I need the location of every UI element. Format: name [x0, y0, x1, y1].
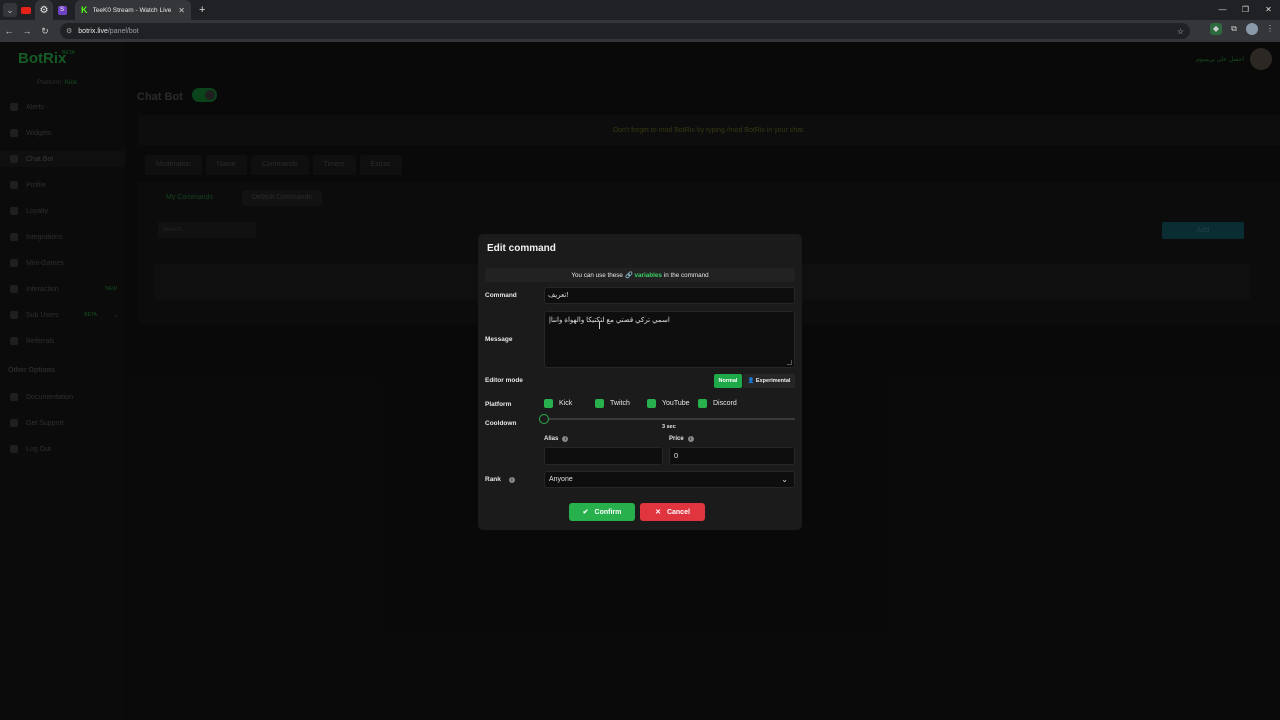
- tab-search-button[interactable]: ⌄: [3, 3, 17, 17]
- browser-toolbar: ← → ↻ ⚙ botrix.live/panel/bot ☆ ◆ ⧉ ⋮: [0, 20, 1280, 42]
- price-label: Price i: [669, 436, 694, 442]
- profile-avatar[interactable]: [1246, 23, 1258, 35]
- menu-kebab-icon[interactable]: ⋮: [1264, 23, 1276, 35]
- extension-icons: ◆ ⧉ ⋮: [1210, 23, 1276, 35]
- alias-label: Alias i: [544, 436, 569, 442]
- close-icon: ✕: [655, 509, 661, 516]
- bookmark-star-icon[interactable]: ☆: [1177, 27, 1184, 36]
- user-icon: 👤: [747, 378, 755, 384]
- kick-icon: K: [81, 5, 88, 15]
- back-button[interactable]: ←: [0, 26, 18, 36]
- confirm-button[interactable]: ✔ Confirm: [569, 503, 635, 521]
- info-icon[interactable]: i: [508, 476, 515, 483]
- checkbox-checked-icon: [647, 399, 656, 408]
- close-tab-icon[interactable]: ✕: [178, 6, 185, 15]
- window-controls: — ❐ ✕: [1211, 0, 1280, 20]
- s-app-icon: S: [57, 5, 67, 15]
- info-icon[interactable]: i: [562, 436, 569, 442]
- info-icon[interactable]: i: [687, 436, 694, 442]
- check-icon: ✔: [582, 509, 589, 516]
- pinned-tab-s[interactable]: S: [53, 0, 71, 20]
- platform-kick-checkbox[interactable]: Kick: [544, 399, 572, 408]
- forward-button[interactable]: →: [18, 26, 36, 36]
- close-window-button[interactable]: ✕: [1257, 0, 1280, 20]
- new-tab-button[interactable]: +: [199, 4, 205, 16]
- rank-label: Rank i: [485, 476, 515, 483]
- cooldown-slider-handle[interactable]: [539, 414, 549, 424]
- chevron-down-icon: ⌄: [781, 475, 788, 484]
- modal-title: Edit command: [487, 243, 556, 254]
- platform-label: Platform: [485, 401, 512, 408]
- rank-select[interactable]: Anyone ⌄: [544, 471, 795, 488]
- editor-mode-experimental-button[interactable]: 👤 Experimental: [743, 374, 795, 388]
- platform-twitch-checkbox[interactable]: Twitch: [595, 399, 630, 408]
- reload-button[interactable]: ↻: [36, 26, 54, 37]
- checkbox-checked-icon: [698, 399, 707, 408]
- command-label: Command: [485, 292, 517, 299]
- checkbox-checked-icon: [595, 399, 604, 408]
- tab-title: TeeK0 Stream - Watch Live on K: [92, 6, 174, 14]
- message-textarea[interactable]: اسمي تركي قصتي مع لتكتيكا والهواة واننا|: [544, 311, 795, 368]
- browser-tab-kick[interactable]: K TeeK0 Stream - Watch Live on K ✕: [75, 0, 191, 20]
- extension-puzzle-icon[interactable]: ⧉: [1228, 23, 1240, 35]
- price-input[interactable]: 0: [669, 447, 795, 465]
- variables-link[interactable]: 🔗 variables: [625, 271, 662, 279]
- alias-input[interactable]: [544, 447, 663, 465]
- platform-youtube-checkbox[interactable]: YouTube: [647, 399, 690, 408]
- platform-discord-checkbox[interactable]: Discord: [698, 399, 737, 408]
- cancel-button[interactable]: ✕ Cancel: [640, 503, 705, 521]
- url-text: botrix.live/panel/bot: [78, 27, 139, 35]
- link-icon: 🔗: [624, 272, 633, 279]
- restore-button[interactable]: ❐: [1234, 0, 1257, 20]
- editor-mode-normal-button[interactable]: Normal: [714, 374, 742, 388]
- pinned-tab-botrix[interactable]: ⚙: [35, 0, 53, 20]
- youtube-icon: [21, 6, 31, 14]
- browser-tabstrip: ⌄ ⚙ S K TeeK0 Stream - Watch Live on K ✕…: [0, 0, 1280, 20]
- cooldown-label: Cooldown: [485, 420, 517, 427]
- command-input[interactable]: !تعريف: [544, 287, 795, 304]
- edit-command-modal: Edit command You can use these 🔗 variabl…: [478, 234, 802, 530]
- minimize-button[interactable]: —: [1211, 0, 1234, 20]
- text-cursor-icon: [599, 322, 600, 329]
- pinned-tab-youtube[interactable]: [17, 0, 35, 20]
- site-info-icon[interactable]: ⚙: [66, 27, 72, 35]
- address-bar[interactable]: ⚙ botrix.live/panel/bot ☆: [60, 23, 1190, 39]
- cooldown-slider-track[interactable]: [544, 418, 795, 420]
- cooldown-value: 3 sec: [662, 424, 676, 430]
- editor-mode-label: Editor mode: [485, 377, 523, 384]
- variables-hint: You can use these 🔗 variables in the com…: [485, 268, 795, 282]
- extension-shield-icon[interactable]: ◆: [1210, 23, 1222, 35]
- message-label: Message: [485, 336, 513, 343]
- checkbox-checked-icon: [544, 399, 553, 408]
- gear-icon: ⚙: [39, 4, 49, 16]
